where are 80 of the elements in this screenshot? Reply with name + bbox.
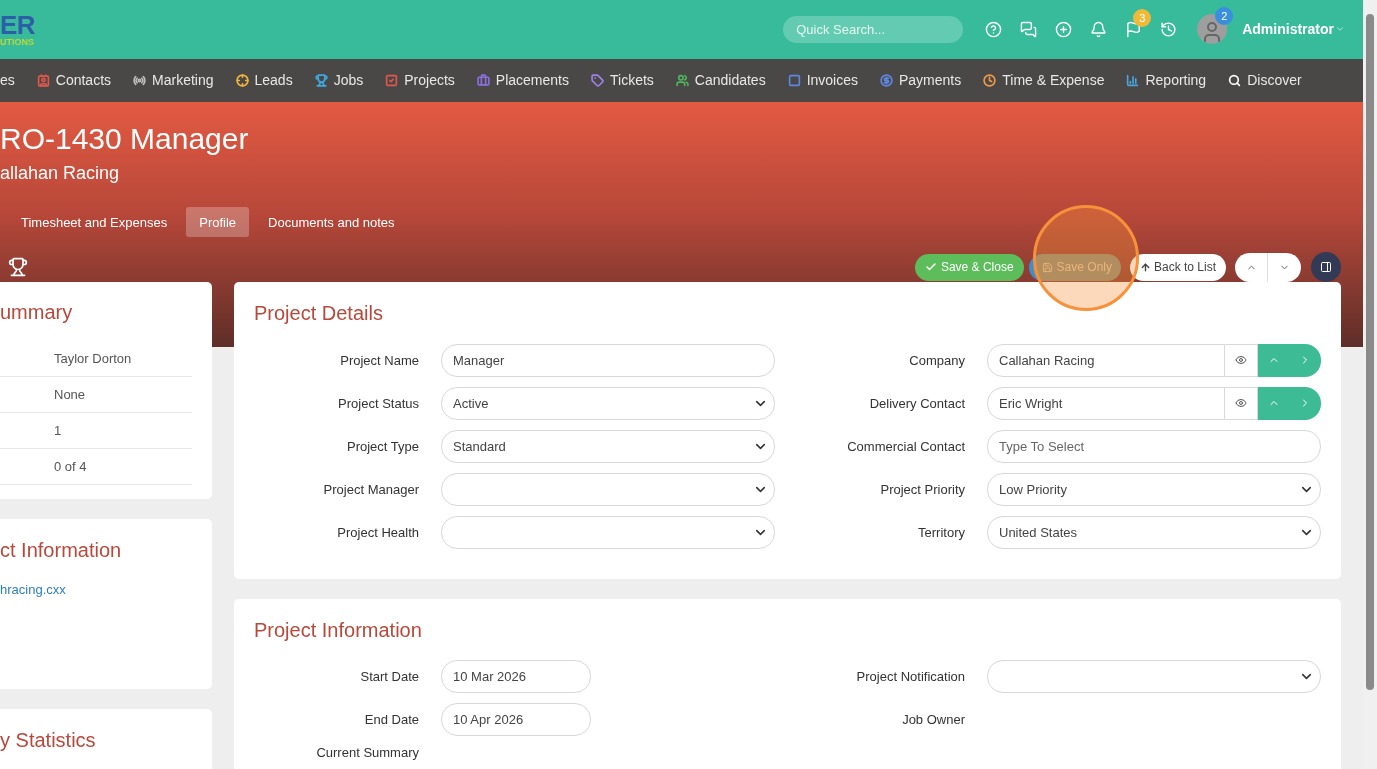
- view-button[interactable]: [1225, 344, 1258, 377]
- field-label: Project Notification: [855, 667, 965, 686]
- field-label: End Date: [363, 710, 419, 729]
- card-title: ct Information: [0, 540, 123, 560]
- history-icon[interactable]: [1160, 20, 1178, 38]
- select-field[interactable]: United States: [987, 516, 1321, 549]
- nav-item[interactable]: Contacts: [36, 70, 112, 91]
- nav-item[interactable]: Candidates: [675, 70, 766, 91]
- nav-item[interactable]: Reporting: [1126, 70, 1207, 91]
- input-field[interactable]: Manager: [441, 344, 775, 377]
- nav-item[interactable]: Time & Expense: [983, 70, 1105, 91]
- card-title: Project Information: [254, 620, 423, 640]
- eye-icon: [1235, 397, 1247, 410]
- avatar[interactable]: [1197, 14, 1228, 45]
- view-button[interactable]: [1225, 387, 1258, 420]
- page-title: RO-1430 Manager: [0, 122, 250, 157]
- nav-item[interactable]: Placements: [476, 70, 569, 91]
- select-field[interactable]: Standard: [441, 430, 775, 463]
- open-button[interactable]: [1289, 344, 1321, 377]
- field-label: Company: [908, 351, 965, 370]
- back-to-list-button[interactable]: Back to List: [1129, 254, 1226, 281]
- chat-icon[interactable]: [1020, 20, 1038, 38]
- summary-value: Taylor Dorton: [54, 349, 132, 368]
- trophy-icon: [8, 257, 28, 278]
- tab[interactable]: Timesheet and Expenses: [8, 207, 181, 238]
- card-title: Project Details: [254, 303, 384, 323]
- input-field[interactable]: Callahan Racing: [987, 344, 1225, 377]
- panel-toggle-button[interactable]: [1311, 252, 1341, 283]
- input-field[interactable]: Type To Select: [987, 430, 1321, 463]
- select-field[interactable]: Active: [441, 387, 775, 420]
- field-label: Project Health: [336, 523, 419, 542]
- eye-icon: [1235, 354, 1247, 367]
- tab[interactable]: Documents and notes: [255, 207, 408, 238]
- notification-badge: 3: [1133, 8, 1152, 27]
- field-label: Project Priority: [879, 480, 965, 499]
- nav-item[interactable]: Payments: [880, 70, 962, 91]
- field-label: Commercial Contact: [846, 437, 965, 456]
- input-field[interactable]: 10 Mar 2026: [441, 660, 591, 693]
- nav-item[interactable]: Invoices: [787, 70, 858, 91]
- add-icon[interactable]: [1055, 20, 1073, 38]
- nav-item[interactable]: Discover: [1228, 70, 1302, 91]
- notification-icon[interactable]: [1090, 20, 1108, 38]
- select-field[interactable]: Low Priority: [987, 473, 1321, 506]
- nav-item[interactable]: Jobs: [314, 70, 364, 91]
- logo-text: ER: [0, 11, 35, 38]
- field-label: Project Status: [337, 394, 419, 413]
- search-field[interactable]: Quick Search...: [783, 15, 964, 43]
- logo-subtext: UTIONS: [0, 37, 35, 47]
- select-field[interactable]: [987, 660, 1321, 693]
- nav-item[interactable]: Projects: [385, 70, 455, 91]
- save-icon: [1041, 262, 1053, 273]
- nav-item[interactable]: Leads: [235, 70, 293, 91]
- summary-value: None: [54, 385, 86, 404]
- field-label: Current Summary: [315, 746, 419, 760]
- select-field[interactable]: [441, 473, 775, 506]
- nav-item[interactable]: Marketing: [133, 70, 214, 91]
- card-title: ummary: [0, 302, 74, 322]
- field-label: Project Manager: [322, 480, 419, 499]
- panel-icon: [1320, 261, 1332, 274]
- page-subtitle: allahan Racing: [0, 162, 121, 186]
- input-field[interactable]: Eric Wright: [987, 387, 1225, 420]
- open-button[interactable]: [1289, 387, 1321, 420]
- field-label: Job Owner: [901, 710, 965, 729]
- field-label: Project Name: [339, 351, 419, 370]
- nav-item[interactable]: Tickets: [591, 70, 654, 91]
- avatar-badge: 2: [1215, 7, 1234, 26]
- summary-value: 0 of 4: [54, 457, 87, 476]
- help-icon[interactable]: [985, 20, 1003, 38]
- card-title: y Statistics: [0, 730, 97, 750]
- summary-value: 1: [54, 421, 62, 440]
- website-link[interactable]: hracing.cxx: [0, 580, 212, 600]
- nav-item[interactable]: es: [0, 70, 15, 91]
- arrow-up-icon: [1139, 262, 1151, 273]
- field-label: Territory: [917, 523, 965, 542]
- flag-icon[interactable]: [1125, 20, 1143, 38]
- input-field[interactable]: 10 Apr 2026: [441, 703, 591, 736]
- field-label: Start Date: [359, 667, 419, 686]
- field-label: Delivery Contact: [868, 394, 965, 413]
- field-label: Project Type: [345, 437, 419, 456]
- select-field[interactable]: [441, 516, 775, 549]
